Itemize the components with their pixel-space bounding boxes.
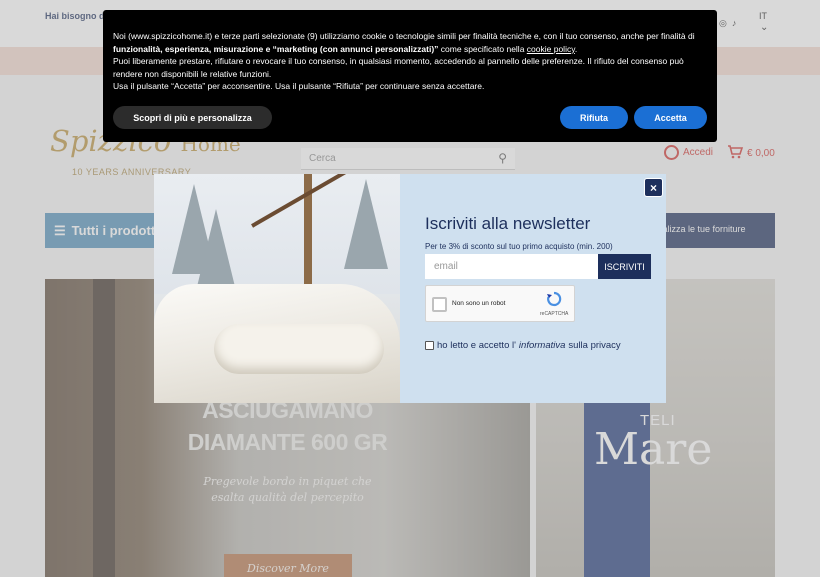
learn-more-button[interactable]: Scopri di più e personalizza (113, 106, 272, 129)
privacy-policy-link[interactable]: informativa (519, 340, 565, 351)
close-button[interactable]: × (644, 178, 663, 197)
email-placeholder: email (434, 261, 458, 272)
privacy-consent[interactable]: ho letto e accetto l' informativa sulla p… (425, 340, 621, 351)
tree-shape (344, 179, 388, 269)
newsletter-image (154, 174, 400, 403)
privacy-text-a: ho letto e accetto l' (437, 340, 516, 351)
cookie-text: Noi (www.spizzicohome.it) e terze parti … (113, 30, 709, 93)
newsletter-modal: × Iscriviti alla newsletter Per te 3% di… (154, 174, 666, 403)
privacy-text-b: sulla privacy (568, 340, 621, 351)
subscribe-button[interactable]: ISCRIVITI (598, 254, 651, 279)
cookie-text-p3: Usa il pulsante “Accetta” per acconsenti… (113, 81, 485, 92)
accept-button[interactable]: Accetta (634, 106, 707, 129)
recaptcha-checkbox[interactable] (432, 297, 447, 312)
newsletter-title: Iscriviti alla newsletter (425, 214, 591, 233)
recaptcha-icon (546, 291, 562, 307)
cookie-text-p1b: come specificato nella (438, 43, 527, 54)
recaptcha-label: Non sono un robot (452, 300, 506, 307)
recaptcha-widget: Non sono un robot reCAPTCHA (425, 285, 575, 322)
privacy-checkbox[interactable] (425, 341, 434, 350)
cookie-text-p1: Noi (www.spizzicohome.it) e terze parti … (113, 31, 695, 41)
cookie-text-p2: Puoi liberamente prestare, rifiutare o r… (113, 56, 684, 79)
cookie-text-purposes: funzionalità, esperienza, misurazione e … (113, 43, 439, 54)
cookie-text-p1-end: . (574, 43, 578, 54)
newsletter-subtitle: Per te 3% di sconto sul tuo primo acquis… (425, 242, 613, 251)
cookie-banner: Noi (www.spizzicohome.it) e terze parti … (103, 10, 717, 142)
recaptcha-brand: reCAPTCHA (540, 311, 569, 317)
cookie-policy-link[interactable]: cookie policy (527, 44, 575, 54)
email-field[interactable]: email (425, 254, 598, 279)
reject-button[interactable]: Rifiuta (560, 106, 628, 129)
duvet-fold (214, 324, 384, 374)
